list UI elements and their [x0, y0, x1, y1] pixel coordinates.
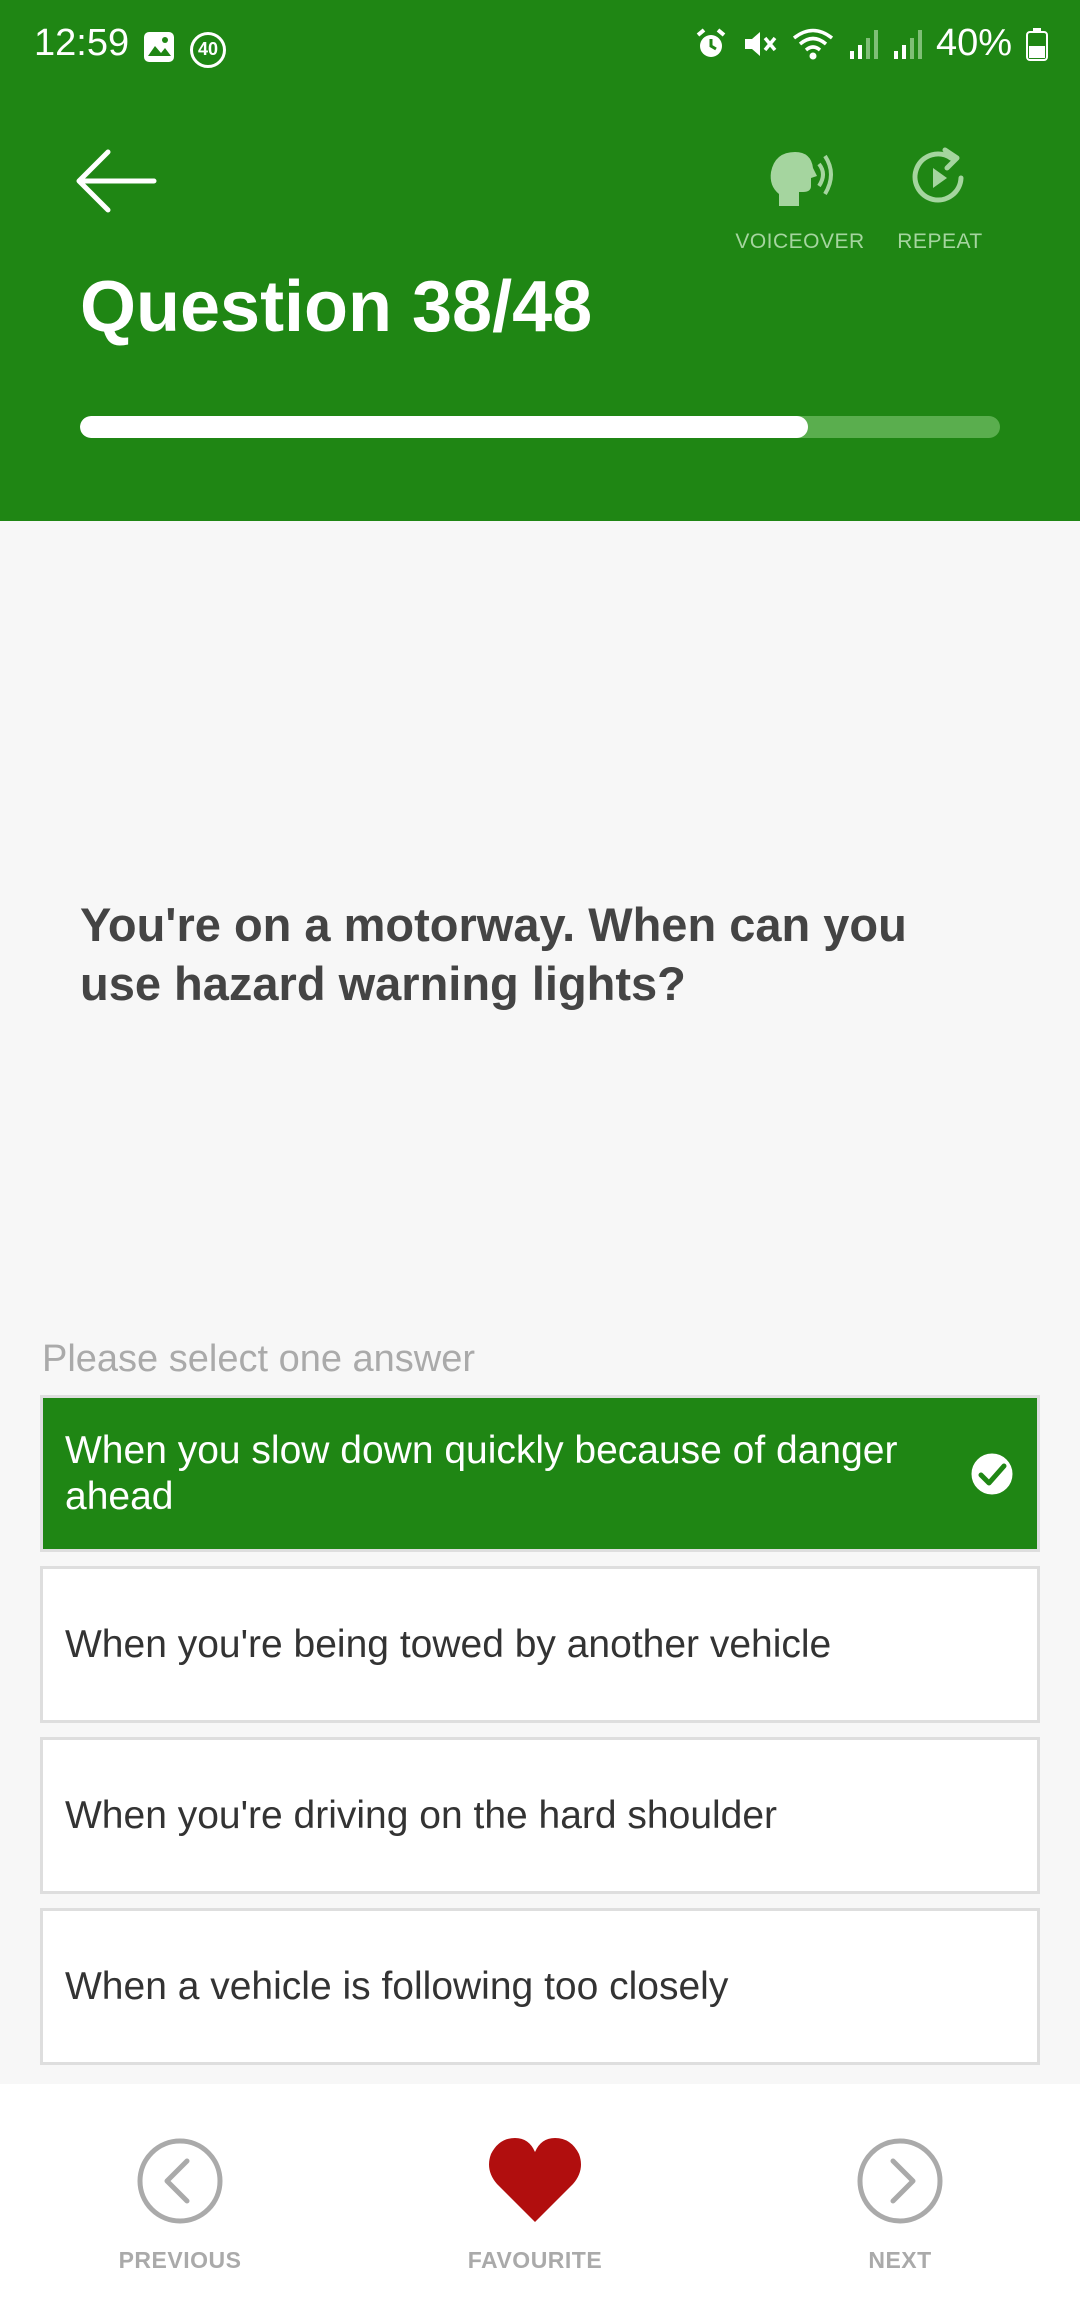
- next-button[interactable]: NEXT: [820, 2136, 980, 2274]
- signal-icon: [892, 27, 922, 61]
- answer-list: When you slow down quickly because of da…: [40, 1395, 1040, 2079]
- battery-icon: [1026, 27, 1048, 61]
- instructions: Please select one answer: [42, 1338, 476, 1380]
- signal-icon: [848, 27, 878, 61]
- replay-icon: [912, 147, 964, 203]
- notification-badge-icon: 40: [190, 31, 226, 68]
- wifi-icon: [792, 27, 834, 61]
- repeat-label: REPEAT: [897, 230, 983, 253]
- progress-fill: [80, 416, 809, 438]
- heart-icon: [489, 2138, 581, 2222]
- answer-text: When you're driving on the hard shoulder: [65, 1793, 778, 1837]
- repeat-button[interactable]: REPEAT: [890, 146, 990, 254]
- page-title: Question 38/48: [80, 267, 593, 347]
- battery-percent: 40%: [935, 22, 1012, 64]
- previous-label: PREVIOUS: [118, 2247, 242, 2273]
- arrow-left-icon: [76, 149, 157, 213]
- answer-option-2[interactable]: When you're being towed by another vehic…: [40, 1566, 1040, 1723]
- header: VOICEOVER REPEAT Question 38/48: [0, 96, 1080, 521]
- answer-text: When a vehicle is following too closely: [65, 1964, 729, 2008]
- progress-bar: [80, 416, 1000, 438]
- status-bar: 12:59 40 40%: [0, 0, 1080, 96]
- answer-text: When you slow down quickly because of da…: [65, 1428, 898, 1518]
- chevron-right-circle-icon: [857, 2138, 943, 2224]
- question-text: You're on a motorway. When can you use h…: [80, 898, 907, 1010]
- voiceover-button[interactable]: VOICEOVER: [735, 146, 865, 254]
- gallery-icon: [142, 30, 176, 69]
- previous-button[interactable]: PREVIOUS: [100, 2136, 260, 2274]
- favourite-button[interactable]: FAVOURITE: [450, 2136, 620, 2274]
- answer-option-3[interactable]: When you're driving on the hard shoulder: [40, 1737, 1040, 1894]
- alarm-icon: [694, 27, 728, 61]
- answer-text: When you're being towed by another vehic…: [65, 1622, 832, 1666]
- back-button[interactable]: [74, 146, 170, 226]
- answer-option-4[interactable]: When a vehicle is following too closely: [40, 1908, 1040, 2065]
- mute-icon: [742, 27, 778, 61]
- status-time: 12:59: [34, 22, 130, 64]
- answer-option-1[interactable]: When you slow down quickly because of da…: [40, 1395, 1040, 1552]
- next-label: NEXT: [868, 2247, 932, 2273]
- check-icon: [968, 1450, 1016, 1497]
- voiceover-label: VOICEOVER: [735, 230, 865, 253]
- bottom-nav: PREVIOUS FAVOURITE NEXT: [0, 2084, 1080, 2316]
- voiceover-icon: [770, 152, 833, 206]
- favourite-label: FAVOURITE: [467, 2247, 603, 2273]
- chevron-left-circle-icon: [137, 2138, 223, 2224]
